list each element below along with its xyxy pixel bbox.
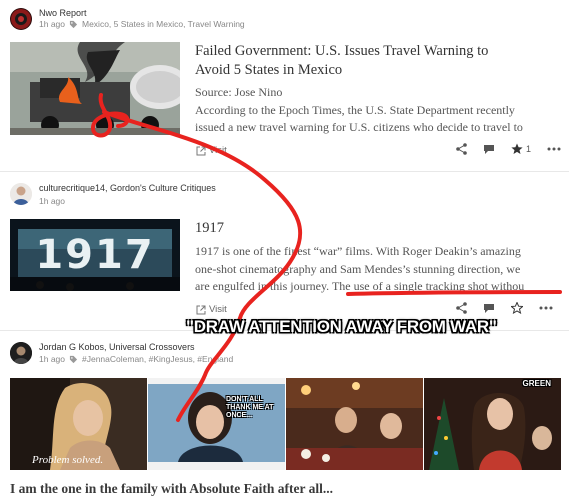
annotation-text: "DRAW ATTENTION AWAY FROM WAR" <box>186 317 497 336</box>
annotation-overlay <box>91 93 562 422</box>
annotation-underline <box>346 290 562 296</box>
annotation-arrow-curve <box>102 110 303 422</box>
